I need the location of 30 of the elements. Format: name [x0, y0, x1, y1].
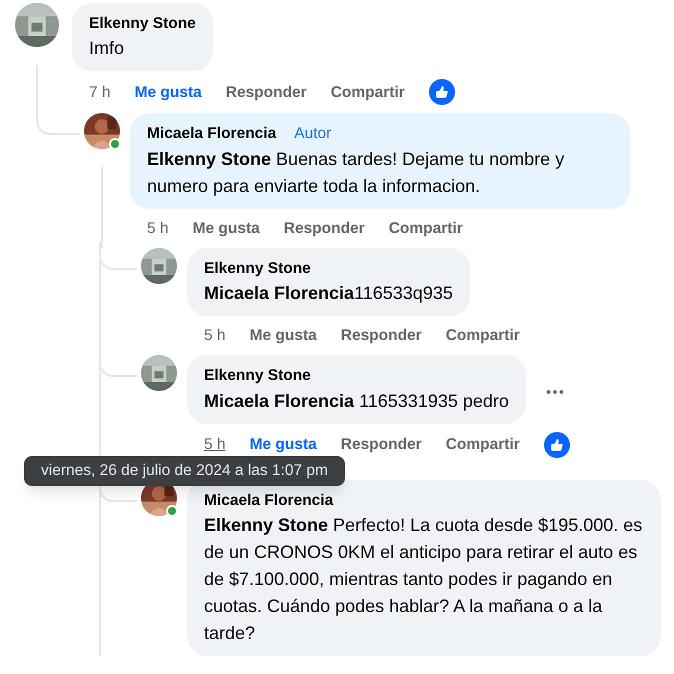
comment-time[interactable]: 5 h: [204, 432, 226, 456]
share-link[interactable]: Compartir: [446, 324, 520, 348]
like-link[interactable]: Me gusta: [192, 216, 260, 240]
share-link[interactable]: Compartir: [388, 216, 463, 240]
comment-time[interactable]: 5 h: [204, 324, 226, 348]
comment-author[interactable]: Elkenny Stone: [204, 256, 311, 280]
author-badge-label: Autor: [294, 124, 332, 144]
comment-time[interactable]: 7 h: [89, 80, 111, 104]
comment-author[interactable]: Micaela Florencia: [147, 122, 276, 146]
comment-time[interactable]: 5 h: [147, 216, 169, 240]
comment-text: Micaela Florencia 1165331935 pedro: [204, 390, 509, 413]
comment-author[interactable]: Elkenny Stone: [204, 364, 311, 388]
share-link[interactable]: Compartir: [330, 80, 405, 104]
like-reaction-icon: [428, 79, 455, 106]
like-link[interactable]: Me gusta: [250, 324, 317, 348]
comment-author[interactable]: Elkenny Stone: [89, 12, 196, 36]
comment-text: Elkenny Stone Perfecto! La cuota desde $195.000. es de un CRONOS 0KM el anticipo para retirar el auto es de $7.100.000, mientras tanto podes ir pagando en cuotas. Cuándo podes hablar? A la mañana o a la tarde?: [204, 514, 644, 645]
comment-text: Micaela Florencia116533q935: [204, 282, 453, 305]
reply-link[interactable]: Responder: [226, 80, 307, 104]
like-link[interactable]: Me gusta: [134, 80, 202, 104]
share-link[interactable]: Compartir: [446, 432, 520, 456]
like-link[interactable]: Me gusta: [250, 432, 317, 456]
reply-link[interactable]: Responder: [340, 432, 422, 456]
comment-text: Imfo: [89, 37, 126, 60]
reply-link[interactable]: Responder: [284, 216, 365, 240]
comment-author[interactable]: Micaela Florencia: [204, 488, 334, 512]
like-reaction-icon: [544, 432, 570, 458]
comment-text: Elkenny Stone Buenas tardes! Dejame tu nombre y numero para enviarte toda la informacion.: [147, 148, 566, 198]
reply-link[interactable]: Responder: [340, 324, 422, 348]
date-tooltip: viernes, 26 de julio de 2024 a las 1:07 pm: [24, 456, 345, 486]
